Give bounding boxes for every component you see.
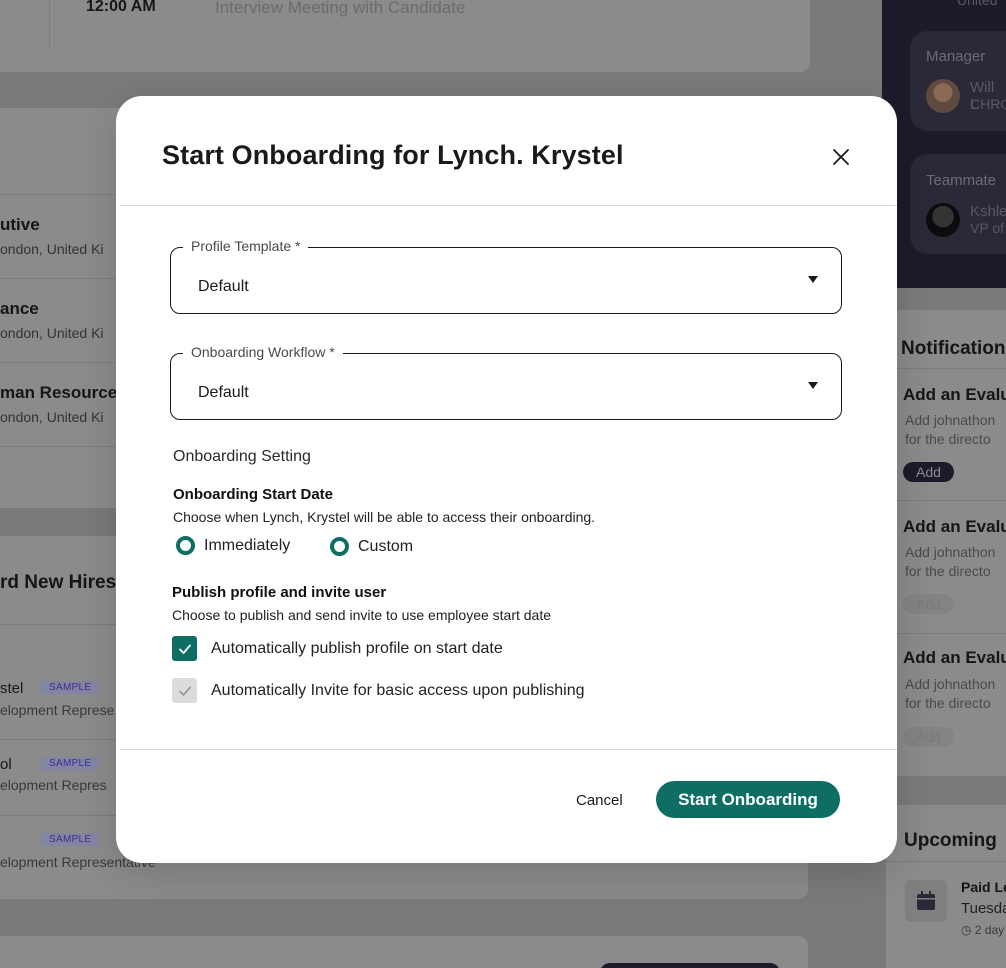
new-hires-title: rd New Hires xyxy=(0,572,117,593)
cancel-button[interactable]: Cancel xyxy=(576,792,623,809)
event-meta-text: 2 day xyxy=(974,923,1005,937)
radio-label: Immediately xyxy=(204,536,291,554)
notification-text: for the directo xyxy=(905,431,991,447)
manager-label: Manager xyxy=(926,48,986,65)
job-title: utive xyxy=(0,215,40,234)
onboarding-workflow-label: Onboarding Workflow * xyxy=(183,344,343,360)
divider xyxy=(0,739,130,740)
notification-title: Add an Evalu xyxy=(903,385,1006,404)
start-date-description: Choose when Lynch, Krystel will be able … xyxy=(173,509,596,525)
onboarding-workflow-select[interactable]: Onboarding Workflow * Default xyxy=(170,344,842,420)
start-onboarding-dialog: Start Onboarding for Lynch. Krystel Prof… xyxy=(116,96,897,863)
notification-text: Add johnathon xyxy=(905,676,996,692)
hire-role: elopment Repres xyxy=(0,777,107,793)
divider xyxy=(886,633,1006,634)
job-location: ondon, United Ki xyxy=(0,409,104,425)
sample-badge: SAMPLE xyxy=(41,681,100,694)
manager-title: CHRO xyxy=(970,96,1006,112)
divider xyxy=(0,194,130,195)
event-day: Tuesda xyxy=(961,900,1006,917)
avatar xyxy=(926,79,960,113)
divider xyxy=(886,861,1006,862)
start-onboarding-button[interactable]: Start Onboarding xyxy=(656,781,840,818)
add-button: Add xyxy=(903,594,954,614)
notification-text: for the directo xyxy=(905,563,991,579)
publish-description: Choose to publish and send invite to use… xyxy=(172,607,552,623)
upcoming-title: Upcoming xyxy=(904,830,997,851)
job-title: ance xyxy=(0,299,39,318)
divider xyxy=(0,815,130,816)
divider xyxy=(0,446,130,447)
profile-template-select[interactable]: Profile Template * Default xyxy=(170,238,842,314)
profile-template-label: Profile Template * xyxy=(183,238,309,254)
teammate-name: Kshle xyxy=(970,203,1006,220)
hire-name: stel xyxy=(0,680,24,697)
job-location: ondon, United Ki xyxy=(0,325,104,341)
divider xyxy=(886,500,1006,501)
checkbox-label: Automatically Invite for basic access up… xyxy=(211,681,585,699)
teammate-label: Teammate xyxy=(926,172,997,189)
divider xyxy=(886,368,1006,369)
radio-ring-icon xyxy=(176,536,195,555)
avatar xyxy=(926,203,960,237)
dropdown-caret-icon xyxy=(808,276,818,283)
dialog-title: Start Onboarding for Lynch. Krystel xyxy=(162,140,624,170)
job-title: man Resource xyxy=(0,383,118,402)
event-title: Paid Le xyxy=(961,879,1006,895)
publish-heading: Publish profile and invite user xyxy=(172,584,387,601)
radio-immediately[interactable]: Immediately xyxy=(176,536,290,555)
meeting-description: Interview Meeting with Candidate xyxy=(215,0,466,17)
teammate-title: VP of xyxy=(970,220,1004,236)
checkbox-label: Automatically publish profile on start d… xyxy=(211,639,503,657)
notification-text: for the directo xyxy=(905,695,991,711)
sample-badge: SAMPLE xyxy=(41,833,100,846)
dropdown-caret-icon xyxy=(808,382,818,389)
location-text: United xyxy=(957,0,998,8)
bottom-action-button xyxy=(600,963,780,968)
start-date-heading: Onboarding Start Date xyxy=(173,486,334,503)
checkbox-disabled-icon xyxy=(172,678,197,703)
event-meta: ◷ 2 day xyxy=(961,923,1004,937)
divider xyxy=(120,749,897,750)
add-button: Add xyxy=(903,727,954,747)
invite-access-checkbox[interactable]: Automatically Invite for basic access up… xyxy=(172,678,585,703)
notification-text: Add johnathon xyxy=(905,412,996,428)
close-button[interactable] xyxy=(828,144,854,170)
radio-custom[interactable]: Custom xyxy=(330,537,413,556)
notification-text: Add johnathon xyxy=(905,544,996,560)
notification-title: Add an Evalu xyxy=(903,517,1006,536)
profile-template-value: Default xyxy=(198,278,249,295)
checkbox-checked-icon xyxy=(172,636,197,661)
close-icon xyxy=(833,149,849,165)
divider xyxy=(120,205,897,206)
sample-badge: SAMPLE xyxy=(41,757,100,770)
add-button: Add xyxy=(903,462,954,482)
divider xyxy=(0,624,130,625)
notifications-title: Notification xyxy=(901,338,1006,359)
radio-ring-icon xyxy=(330,537,349,556)
hire-name: ol xyxy=(0,756,12,773)
onboarding-setting-label: Onboarding Setting xyxy=(173,448,311,465)
onboarding-workflow-value: Default xyxy=(198,384,249,401)
publish-profile-checkbox[interactable]: Automatically publish profile on start d… xyxy=(172,636,503,661)
calendar-icon xyxy=(905,880,947,922)
notification-title: Add an Evalu xyxy=(903,648,1006,667)
meeting-time: 12:00 AM xyxy=(86,0,156,15)
radio-label: Custom xyxy=(358,537,414,555)
divider xyxy=(0,362,130,363)
clock-icon: ◷ xyxy=(961,923,975,937)
divider xyxy=(0,278,130,279)
job-location: ondon, United Ki xyxy=(0,241,104,257)
hire-role: elopment Represe xyxy=(0,702,115,718)
